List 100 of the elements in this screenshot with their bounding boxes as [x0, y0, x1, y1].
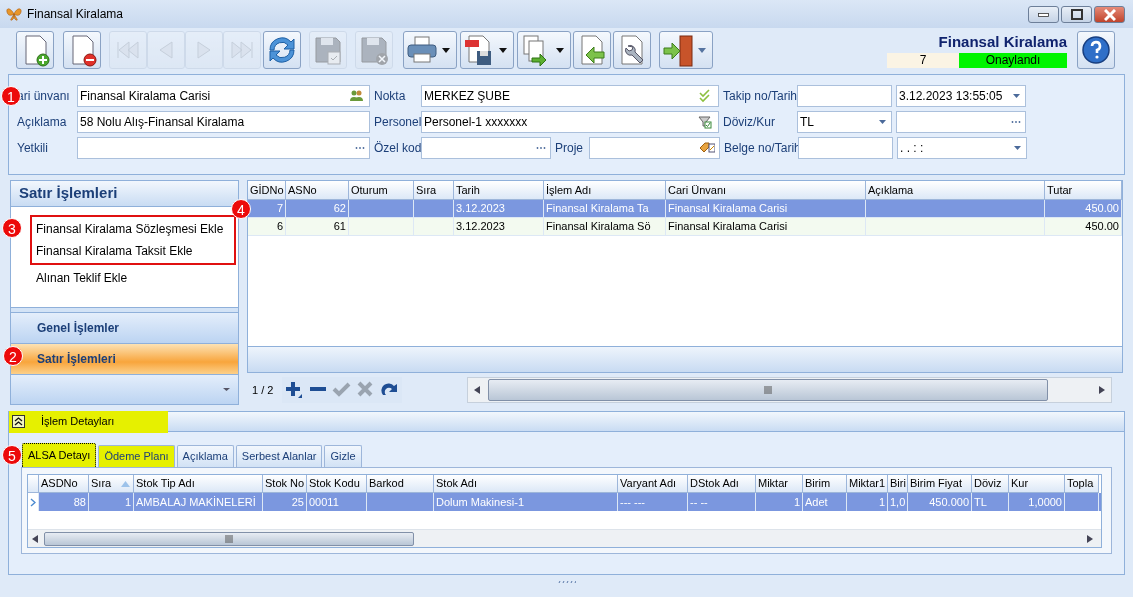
dropdown-field[interactable]: TL [797, 111, 892, 133]
record-position: 1 / 2 [252, 382, 275, 398]
close-button[interactable] [1094, 6, 1125, 23]
grip-icon [225, 534, 233, 543]
column-header[interactable]: Tutar [1045, 181, 1122, 200]
toolbar-button[interactable] [573, 31, 611, 69]
grip-icon [764, 386, 772, 394]
field-label: Proje [555, 140, 584, 157]
column-header[interactable]: DStok Adı [688, 475, 756, 493]
column-header[interactable]: Oturum [349, 181, 414, 200]
input-field[interactable] [797, 85, 892, 107]
toolbar-button[interactable] [659, 31, 713, 69]
dropdown-field[interactable]: 3.12.2023 13:55:05 [896, 85, 1026, 107]
butterfly-icon [6, 7, 22, 21]
nav-group[interactable]: Genel İşlemler [11, 313, 238, 344]
horizontal-scrollbar[interactable] [28, 529, 1101, 547]
toolbar-button[interactable] [613, 31, 651, 69]
double-chevron-up-icon [12, 415, 25, 428]
column-header[interactable]: Döviz [972, 475, 1009, 493]
add-icon[interactable] [284, 380, 304, 400]
column-header[interactable]: Stok Adı [434, 475, 618, 493]
column-header[interactable]: Barkod [367, 475, 434, 493]
input-field[interactable] [589, 137, 720, 159]
input-field[interactable]: 58 Nolu Alış-Finansal Kiralama [77, 111, 370, 133]
column-header[interactable]: Biri [888, 475, 908, 493]
maximize-button[interactable] [1061, 6, 1092, 23]
splitter-grip-icon[interactable] [557, 580, 576, 584]
sidebar-item[interactable]: Finansal Kiralama Taksit Ekle [36, 240, 234, 262]
column-header[interactable]: Topla [1065, 475, 1099, 493]
input-field[interactable]: Personel-1 xxxxxxx [421, 111, 719, 133]
annotation-marker: 2 [3, 346, 23, 366]
field-label: Açıklama [17, 114, 68, 131]
column-header[interactable]: ASDNo [39, 475, 89, 493]
tab[interactable]: Serbest Alanlar [235, 445, 323, 467]
column-header[interactable]: Cari Ünvanı [666, 181, 866, 200]
tab[interactable]: Gizle [324, 445, 362, 467]
horizontal-scrollbar[interactable] [467, 377, 1112, 403]
table-cell: 1 [89, 493, 134, 511]
row-indicator-icon [30, 497, 36, 507]
scroll-thumb[interactable] [44, 531, 414, 546]
sidebar-item[interactable]: Alınan Teklif Ekle [30, 267, 238, 289]
input-field[interactable] [798, 137, 893, 159]
table-cell: -- -- [688, 493, 756, 511]
input-field[interactable]: MERKEZ ŞUBE [421, 85, 719, 107]
column-header[interactable]: Kur [1009, 475, 1065, 493]
column-header[interactable]: GİDNo [248, 181, 286, 200]
input-field[interactable] [421, 137, 551, 159]
toolbar-button[interactable] [517, 31, 571, 69]
column-header[interactable]: Birim Fiyat [908, 475, 972, 493]
input-field[interactable] [896, 111, 1026, 133]
column-header[interactable]: Miktar1 [847, 475, 888, 493]
table-cell: 1,0000 [1009, 493, 1065, 511]
dropdown-arrow-icon [878, 119, 887, 125]
toolbar-button[interactable] [263, 31, 301, 69]
table-row[interactable]: 6 61 3.12.2023 Finansal Kiralama Sö Finansal Kiralama Carisi 450.00 [248, 218, 1122, 236]
toolbar-button[interactable] [460, 31, 514, 69]
column-header[interactable]: Stok Kodu [307, 475, 367, 493]
column-header[interactable]: ASNo [286, 181, 349, 200]
toolbar-button[interactable] [63, 31, 101, 69]
minimize-button[interactable] [1028, 6, 1059, 23]
column-header[interactable]: Stok No [263, 475, 307, 493]
tab[interactable]: Ödeme Planı [98, 445, 175, 467]
table-cell: 3.12.2023 [454, 218, 544, 236]
collapse-section-button[interactable]: İşlem Detayları [9, 410, 168, 433]
ellipsis-icon [1011, 120, 1021, 124]
scroll-thumb[interactable] [488, 379, 1048, 401]
help-button[interactable] [1077, 31, 1115, 69]
chevron-down-icon[interactable] [223, 387, 230, 392]
sidebar-item[interactable]: Finansal Kiralama Sözleşmesi Ekle [36, 218, 234, 240]
dropdown-field[interactable]: . . : : [897, 137, 1027, 159]
tab[interactable]: ALSA Detayı [22, 443, 97, 467]
column-header[interactable]: İşlem Adı [544, 181, 666, 200]
toolbar-button[interactable] [403, 31, 457, 69]
table-cell: Adet [803, 493, 847, 511]
input-field[interactable] [77, 137, 370, 159]
row-indicator-header [28, 475, 39, 493]
tab[interactable]: Açıklama [176, 445, 234, 467]
column-header[interactable]: Varyant Adı [618, 475, 688, 493]
column-header[interactable]: Sıra [89, 475, 134, 493]
dropdown-arrow-icon [1012, 93, 1021, 99]
record-title: Finansal Kiralama [938, 32, 1067, 51]
field-label: Nokta [374, 88, 407, 105]
minimize-icon [1038, 12, 1049, 17]
annotation-marker: 5 [2, 445, 22, 465]
ellipsis-icon [536, 146, 546, 150]
record-number: 7 [887, 52, 959, 68]
column-header[interactable]: Birim [803, 475, 847, 493]
toolbar-button[interactable] [16, 31, 54, 69]
column-header[interactable]: Sıra [414, 181, 454, 200]
maximize-icon [1070, 9, 1083, 20]
column-header[interactable]: Açıklama [866, 181, 1045, 200]
column-header[interactable]: Miktar [756, 475, 803, 493]
column-header[interactable]: Tarih [454, 181, 544, 200]
table-cell [349, 218, 414, 236]
table-cell: 61 [286, 218, 349, 236]
sort-ascending-icon [121, 480, 130, 487]
input-field[interactable]: Finansal Kiralama Carisi [77, 85, 370, 107]
column-header[interactable]: Stok Tip Adı [134, 475, 263, 493]
sidebar-title: Satır İşlemleri [11, 181, 238, 207]
tag-note-icon [699, 141, 715, 155]
